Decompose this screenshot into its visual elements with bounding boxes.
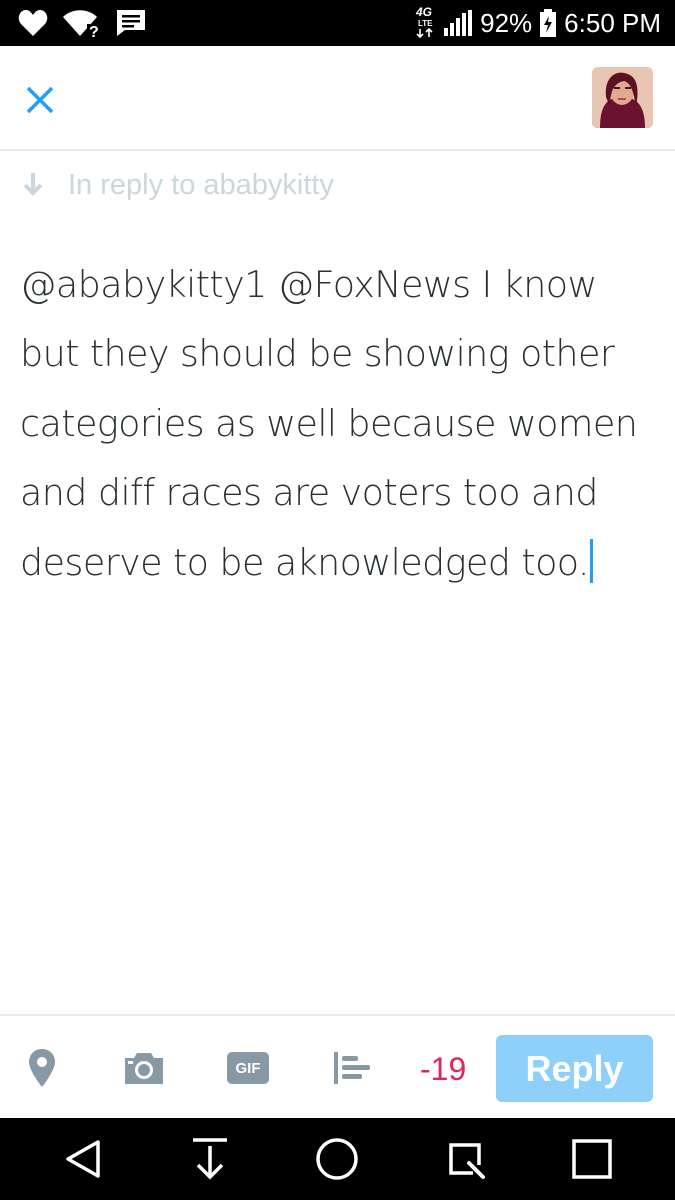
poll-icon <box>334 1052 370 1084</box>
close-button[interactable] <box>22 82 58 118</box>
back-button[interactable] <box>58 1136 108 1182</box>
battery-percent: 92% <box>480 8 533 38</box>
svg-text:LTE: LTE <box>418 19 433 28</box>
home-icon <box>316 1138 358 1180</box>
reply-arrow-icon <box>23 173 43 196</box>
svg-text:4G: 4G <box>415 5 432 19</box>
avatar[interactable] <box>592 67 653 128</box>
location-button[interactable] <box>24 1046 60 1090</box>
lte-icon: 4G LTE <box>415 5 433 38</box>
reply-to-label: In reply to ababykitty <box>68 168 334 201</box>
battery-icon <box>540 9 557 37</box>
search-button[interactable] <box>440 1136 490 1182</box>
location-icon <box>29 1049 55 1087</box>
status-bar: ? ? 4G LTE 92% <box>0 0 675 46</box>
text-cursor <box>589 538 593 583</box>
avatar-image <box>592 67 653 128</box>
message-icon <box>117 10 145 36</box>
close-icon <box>26 86 54 114</box>
photo-button[interactable] <box>122 1046 166 1090</box>
download-icon <box>193 1138 227 1180</box>
system-status: 4G LTE 92% 6:50 PM <box>414 0 661 46</box>
notification-icons: ? ? <box>18 8 146 38</box>
gif-label: GIF <box>235 1059 261 1077</box>
camera-icon <box>125 1053 163 1084</box>
reply-button[interactable]: Reply <box>496 1035 653 1102</box>
character-counter: -19 <box>420 1051 467 1087</box>
tweet-text-input[interactable]: @ababykitty1 @FoxNews I know but they sh… <box>20 250 660 597</box>
gif-icon: GIF <box>227 1052 269 1084</box>
download-button[interactable] <box>185 1136 235 1182</box>
compose-header <box>0 46 675 151</box>
heart-icon <box>18 10 48 36</box>
tweet-text: @ababykitty1 @FoxNews I know but they sh… <box>20 263 638 584</box>
clock: 6:50 PM <box>564 8 661 38</box>
recents-button[interactable] <box>567 1136 617 1182</box>
compose-toolbar: GIF -19 Reply <box>0 1014 675 1120</box>
reply-context: In reply to ababykitty <box>20 165 334 205</box>
network-type: 4G LTE <box>414 4 436 43</box>
search-icon <box>449 1143 485 1179</box>
home-button[interactable] <box>312 1136 362 1182</box>
poll-button[interactable] <box>330 1046 374 1090</box>
signal-icon <box>444 10 473 36</box>
svg-text:?: ? <box>89 24 99 38</box>
back-icon <box>66 1140 100 1178</box>
gif-button[interactable]: GIF <box>226 1046 270 1090</box>
wifi-icon: ? ? <box>63 10 100 38</box>
navigation-bar <box>0 1118 675 1200</box>
recents-icon <box>572 1139 612 1179</box>
